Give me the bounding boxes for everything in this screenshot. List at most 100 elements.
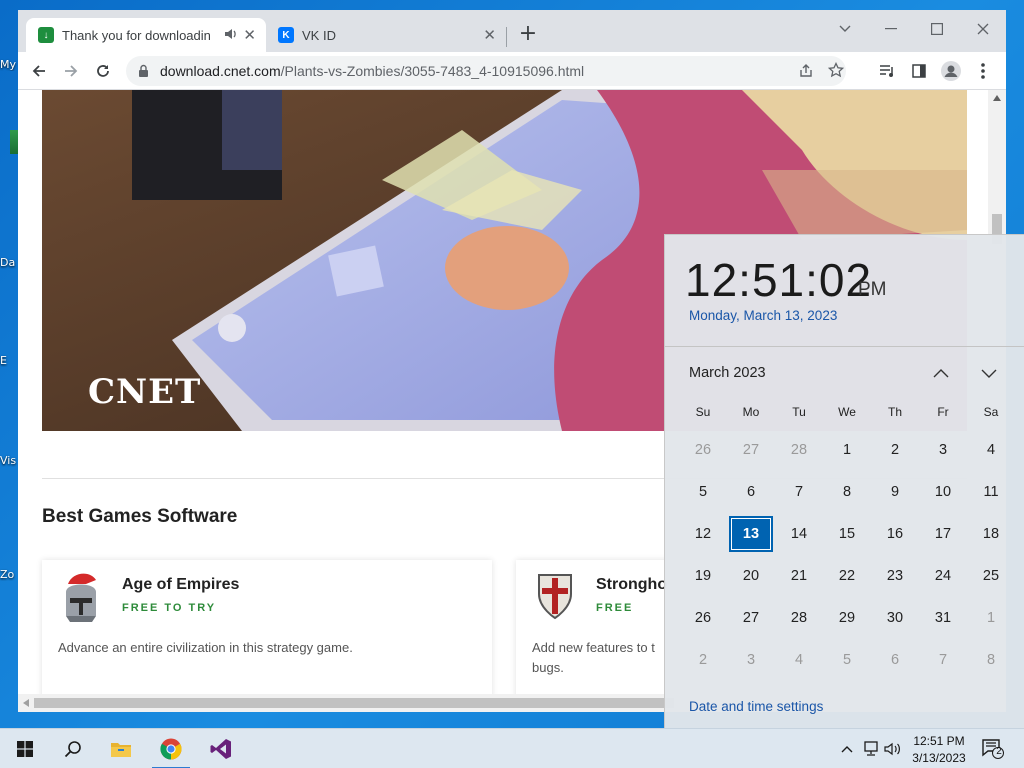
calendar-day[interactable]: 3 [729,642,773,678]
url-host: download.cnet.com [160,63,281,79]
bookmark-star-icon[interactable] [828,62,844,78]
calendar-day[interactable]: 6 [873,642,917,678]
date-time-settings-link[interactable]: Date and time settings [689,699,823,714]
tray-clock[interactable]: 12:51 PM 3/13/2023 [906,733,972,767]
calendar-day[interactable]: 7 [921,642,965,678]
calendar-day[interactable]: 26 [681,432,725,468]
calendar-day[interactable]: 12 [681,516,725,552]
calendar-day[interactable]: 7 [777,474,821,510]
calendar-day[interactable]: 14 [777,516,821,552]
calendar-day[interactable]: 8 [825,474,869,510]
lock-icon[interactable] [138,64,149,78]
calendar-day[interactable]: 29 [825,600,869,636]
calendar-day[interactable]: 26 [681,600,725,636]
show-hidden-icons-button[interactable] [838,739,856,759]
calendar-day[interactable]: 1 [825,432,869,468]
new-tab-button[interactable]: + [516,23,540,47]
product-description: Add new features to t bugs. [532,640,655,675]
toolbar: download.cnet.com/Plants-vs-Zombies/3055… [18,52,1006,90]
url-text[interactable]: download.cnet.com/Plants-vs-Zombies/3055… [160,63,584,79]
calendar-day[interactable]: 10 [921,474,965,510]
calendar-day[interactable]: 27 [729,600,773,636]
close-window-button[interactable] [968,16,998,42]
calendar-day[interactable]: 16 [873,516,917,552]
calendar-day[interactable]: 3 [921,432,965,468]
calendar-day[interactable]: 9 [873,474,917,510]
reload-button[interactable] [90,59,116,83]
back-button[interactable] [26,59,52,83]
side-panel-icon[interactable] [906,59,932,83]
desktop-icon-label[interactable]: Vis [0,454,18,467]
chrome-icon [160,738,182,760]
calendar-day[interactable]: 8 [969,642,1013,678]
close-tab-icon[interactable]: ✕ [243,26,256,44]
forward-button[interactable] [58,59,84,83]
calendar-day[interactable]: 4 [777,642,821,678]
calendar-day[interactable]: 5 [681,474,725,510]
calendar-day[interactable]: 13 [729,516,773,552]
scroll-left-icon[interactable] [23,699,29,707]
calendar-day[interactable]: 27 [729,432,773,468]
file-explorer-icon [111,743,131,757]
volume-icon[interactable] [884,739,902,759]
calendar-day[interactable]: 6 [729,474,773,510]
search-button[interactable] [50,729,96,768]
action-center-button[interactable]: 2 [982,739,1004,759]
scroll-up-icon[interactable] [993,95,1001,101]
profile-avatar[interactable] [938,59,964,83]
network-icon[interactable] [862,739,880,759]
calendar-day[interactable]: 28 [777,600,821,636]
previous-month-button[interactable] [927,361,955,385]
desktop-app-icon[interactable] [10,130,18,154]
desktop-icon-label[interactable]: Zo [0,568,18,581]
product-name[interactable]: Age of Empires [122,576,239,594]
scrollbar-thumb[interactable] [34,698,674,708]
calendar-day[interactable]: 23 [873,558,917,594]
calendar-day[interactable]: 22 [825,558,869,594]
desktop-icon-label[interactable]: Da [0,256,18,269]
next-month-button[interactable] [975,361,1003,385]
calendar-day[interactable]: 5 [825,642,869,678]
calendar-day[interactable]: 31 [921,600,965,636]
media-control-icon[interactable] [874,59,900,83]
calendar-day[interactable]: 25 [969,558,1013,594]
product-name[interactable]: Strongho [596,576,667,594]
address-bar[interactable]: download.cnet.com/Plants-vs-Zombies/3055… [126,56,846,86]
calendar-day[interactable]: 17 [921,516,965,552]
chevron-up-icon [933,368,949,377]
calendar-day[interactable]: 11 [969,474,1013,510]
minimize-button[interactable] [876,16,906,42]
calendar-day[interactable]: 28 [777,432,821,468]
weekday-label: Fr [937,405,949,419]
product-card[interactable]: Age of Empires FREE TO TRY Advance an en… [42,560,492,694]
calendar-day[interactable]: 19 [681,558,725,594]
calendar-day[interactable]: 30 [873,600,917,636]
tab-cnet[interactable]: ↓ Thank you for downloading ✕ [26,18,266,52]
calendar-day[interactable]: 2 [873,432,917,468]
weekday-label: Mo [742,405,760,419]
month-label[interactable]: March 2023 [689,365,766,381]
share-icon[interactable] [798,63,814,79]
speaker-icon[interactable] [224,27,238,41]
file-explorer-button[interactable] [98,729,144,768]
calendar-day[interactable]: 20 [729,558,773,594]
calendar-day[interactable]: 24 [921,558,965,594]
start-button[interactable] [2,729,48,768]
desktop-icon-label[interactable]: E [0,354,18,367]
close-tab-icon[interactable]: ✕ [483,26,496,44]
calendar-day[interactable]: 4 [969,432,1013,468]
visual-studio-button[interactable] [198,729,244,768]
menu-kebab-icon[interactable] [970,59,996,83]
calendar-day[interactable]: 1 [969,600,1013,636]
tab-search-icon[interactable] [830,16,860,42]
calendar-day[interactable]: 18 [969,516,1013,552]
calendar-day[interactable]: 15 [825,516,869,552]
maximize-button[interactable] [922,16,952,42]
helmet-icon [66,573,96,622]
desktop-icon-label[interactable]: My [0,58,18,71]
chrome-taskbar-button[interactable] [148,729,194,768]
calendar-day[interactable]: 21 [777,558,821,594]
calendar-day[interactable]: 2 [681,642,725,678]
tab-vk[interactable]: K VK ID ✕ [266,18,506,52]
long-date-link[interactable]: Monday, March 13, 2023 [689,308,837,323]
